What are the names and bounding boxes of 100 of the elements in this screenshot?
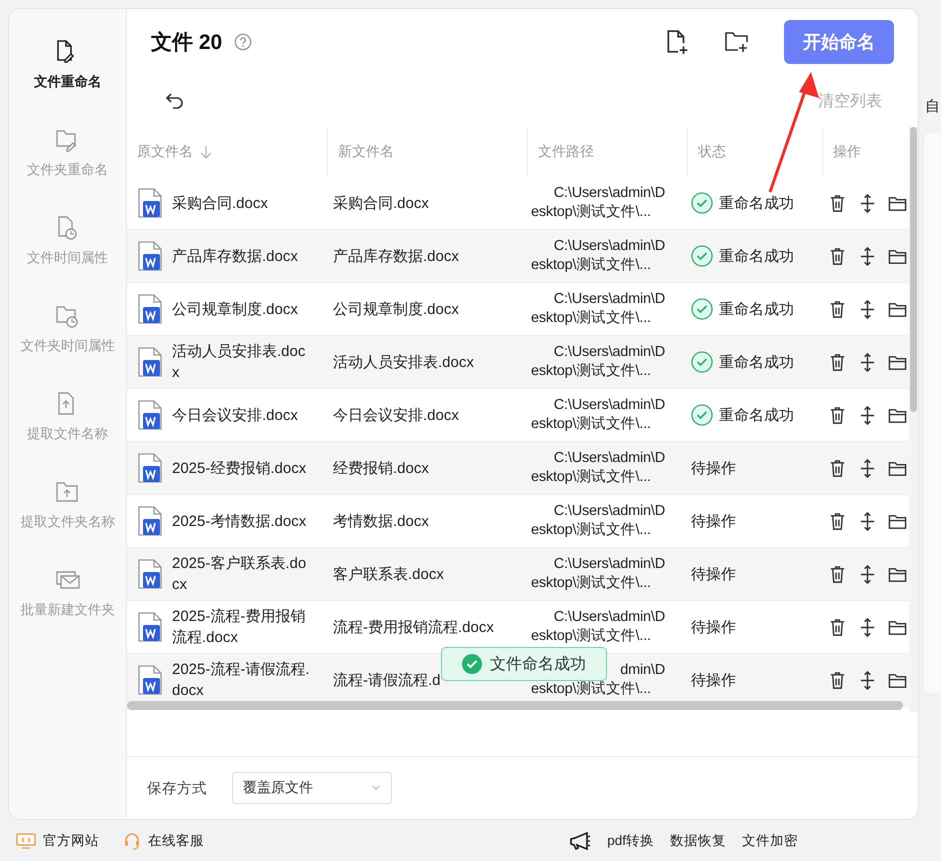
word-file-icon (137, 294, 163, 324)
save-mode-label: 保存方式 (147, 780, 207, 798)
delete-icon[interactable] (828, 194, 847, 212)
column-header[interactable]: 原文件名 (137, 143, 193, 161)
table-cell: C:\Users\admin\D (554, 290, 665, 309)
table-cell-text: 产品库存数据.docx (172, 246, 298, 266)
headset-icon (123, 832, 141, 850)
delete-icon[interactable] (828, 246, 847, 266)
move-icon[interactable] (858, 300, 877, 318)
success-check-icon (691, 298, 713, 320)
table-cell: C:\Users\admin\D (554, 396, 665, 415)
success-check-icon (691, 245, 713, 267)
save-mode-dropdown[interactable]: 覆盖原文件 (232, 772, 392, 804)
success-check-icon (691, 192, 713, 214)
success-check-icon (691, 404, 713, 426)
sidebar-item[interactable]: 文件夹时间属性 (9, 303, 126, 391)
delete-icon[interactable] (828, 458, 847, 478)
table-cell: C:\Users\admin\D (554, 502, 665, 521)
table-cell: esktop\测试文件\... (531, 309, 651, 328)
table-cell-text: 2025-考情数据.docx (172, 512, 306, 532)
delete-icon[interactable] (828, 512, 847, 530)
delete-icon[interactable] (828, 670, 847, 690)
move-icon[interactable] (858, 194, 877, 212)
vertical-scrollbar[interactable] (909, 127, 918, 712)
move-icon[interactable] (858, 564, 877, 584)
delete-icon[interactable] (828, 564, 847, 584)
footer-link[interactable]: 文件加密 (742, 832, 798, 850)
word-file-icon (137, 665, 163, 695)
status-text: 待操作 (691, 458, 736, 478)
table-cell: esktop\测试文件\... (531, 415, 651, 434)
column-header: 新文件名 (338, 143, 394, 161)
move-icon[interactable] (858, 618, 877, 636)
status-text: 重命名成功 (719, 194, 794, 212)
sidebar-item[interactable]: 批量新建文件夹 (9, 567, 126, 655)
table-cell-text: 今日会议安排.docx (332, 406, 459, 426)
start-rename-button[interactable]: 开始命名 (784, 20, 894, 64)
table-cell: C:\Users\admin\D (554, 608, 665, 627)
status-text: 待操作 (691, 670, 736, 690)
sidebar-item[interactable]: 提取文件名称 (9, 391, 126, 479)
word-file-icon (137, 400, 163, 430)
footer-link[interactable]: 在线客服 (148, 832, 204, 850)
word-file-icon (137, 612, 163, 642)
move-icon[interactable] (858, 246, 877, 266)
delete-icon[interactable] (828, 406, 847, 424)
delete-icon[interactable] (828, 618, 847, 636)
sidebar-item[interactable]: 提取文件夹名称 (9, 479, 126, 567)
status-text: 待操作 (691, 564, 736, 584)
move-icon[interactable] (858, 352, 877, 372)
table-cell: C:\Users\admin\D (554, 237, 665, 256)
table-cell-text: 2025-流程-请假流程.docx (172, 660, 310, 701)
move-icon[interactable] (858, 406, 877, 424)
table-cell: esktop\测试文件\... (531, 627, 651, 646)
word-file-icon (137, 506, 163, 536)
table-cell-text: 采购合同.docx (332, 194, 429, 214)
table-cell: C:\Users\admin\D (554, 343, 665, 362)
sidebar-item[interactable]: 文件时间属性 (9, 215, 126, 303)
table-cell-text: 活动人员安排表.docx (332, 352, 474, 372)
status-text: 待操作 (691, 512, 736, 530)
status-text: 重命名成功 (719, 300, 794, 318)
table-cell: C:\Users\admin\D (554, 555, 665, 574)
help-icon[interactable] (234, 33, 252, 51)
chevron-down-icon (371, 785, 381, 791)
word-file-icon (137, 347, 163, 377)
status-text: 重命名成功 (719, 246, 794, 266)
table-cell: esktop\测试文件\... (531, 574, 651, 593)
table-cell-text: 今日会议安排.docx (172, 406, 298, 426)
table-cell: esktop\测试文件\... (531, 680, 651, 699)
column-header: 文件路径 (538, 143, 594, 161)
word-file-icon (137, 188, 163, 218)
word-file-icon (137, 559, 163, 589)
clear-list-link[interactable]: 清空列表 (818, 90, 882, 112)
table-cell-text: 经费报销.docx (332, 458, 429, 478)
table-cell-text: 2025-经费报销.docx (172, 458, 306, 478)
move-icon[interactable] (858, 670, 877, 690)
table-cell-text: 公司规章制度.docx (332, 300, 459, 320)
footer-link[interactable]: pdf转换 (607, 832, 654, 850)
move-icon[interactable] (858, 512, 877, 530)
table-cell: dmin\D (620, 661, 665, 680)
toast-message: 文件命名成功 (490, 654, 586, 674)
sidebar-item[interactable]: 文件重命名 (9, 39, 126, 127)
table-cell: esktop\测试文件\... (531, 468, 651, 487)
table-cell-text: 2025-客户联系表.docx (172, 554, 308, 595)
table-cell: C:\Users\admin\D (554, 184, 665, 203)
footer-link[interactable]: 数据恢复 (670, 832, 726, 850)
table-cell-text: 客户联系表.docx (332, 564, 444, 584)
table-cell-text: 流程-请假流程.d (332, 670, 441, 690)
table-cell-text: 考情数据.docx (332, 512, 429, 532)
table-cell-text: 公司规章制度.docx (172, 300, 298, 320)
column-header: 操作 (833, 143, 861, 161)
delete-icon[interactable] (828, 352, 847, 372)
monitor-icon (16, 832, 36, 848)
add-folder-icon[interactable] (724, 29, 750, 55)
word-file-icon (137, 453, 163, 483)
horizontal-scrollbar[interactable] (127, 701, 903, 710)
move-icon[interactable] (858, 458, 877, 478)
footer-link[interactable]: 官方网站 (43, 832, 99, 850)
table-cell: C:\Users\admin\D (554, 449, 665, 468)
status-text: 待操作 (691, 618, 736, 636)
sidebar-item[interactable]: 文件夹重命名 (9, 127, 126, 215)
delete-icon[interactable] (828, 300, 847, 318)
